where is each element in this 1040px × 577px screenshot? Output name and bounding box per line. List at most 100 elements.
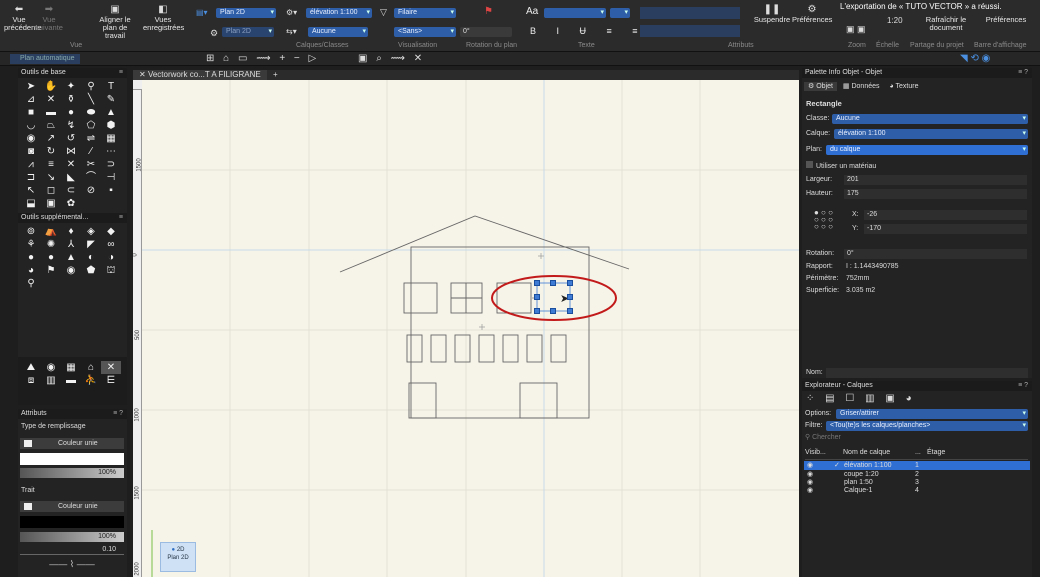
- text-tool-icon[interactable]: T: [101, 80, 121, 93]
- triangle-tool-icon[interactable]: ▲: [101, 106, 121, 119]
- auto-plan-toggle[interactable]: Plan automatique: [10, 54, 80, 64]
- extra-tool-icon-21[interactable]: ⚲: [21, 277, 41, 290]
- document-tab[interactable]: ✕ Vectorwork co...T A FILIGRANE: [133, 70, 267, 80]
- tool-icon-36[interactable]: ⊐: [21, 171, 41, 184]
- extra-tool-icon-17[interactable]: ⚑: [41, 264, 61, 277]
- material-checkbox[interactable]: Utiliser un matériau: [806, 161, 876, 170]
- rotation-field-obj[interactable]: 0°: [844, 249, 1027, 259]
- layer-plane-dropdown[interactable]: Aucune: [308, 27, 368, 37]
- render-mode-dropdown[interactable]: Filaire: [394, 8, 456, 18]
- tool-icon-27[interactable]: ↻: [41, 145, 61, 158]
- extra-tool-icon-12[interactable]: ●: [41, 251, 61, 264]
- plan-dropdown-obj[interactable]: du calque: [826, 145, 1028, 155]
- arc-tool-icon[interactable]: ◡: [21, 119, 41, 132]
- extra-tool-icon-18[interactable]: ◉: [61, 264, 81, 277]
- stroke-width-field[interactable]: 0.10: [20, 545, 124, 555]
- toolset-icon-5[interactable]: ✕: [101, 361, 121, 374]
- tool-icon-26[interactable]: ◙: [21, 145, 41, 158]
- fill-opacity-slider[interactable]: 100%: [20, 468, 124, 478]
- layer-dropdown-obj[interactable]: élévation 1:100: [834, 129, 1028, 139]
- refresh-document-button[interactable]: Rafraîchir le document: [920, 16, 972, 32]
- back-button[interactable]: ⬅ Vue précédente: [4, 5, 42, 32]
- rotate-tool-icon[interactable]: ↺: [61, 132, 81, 145]
- pen-tool-icon[interactable]: ✎: [101, 93, 121, 106]
- mode-bar-icons[interactable]: ⊞ ⌂ ▭ ⟿ + − ▷: [206, 53, 319, 64]
- eyedropper-tool-icon[interactable]: ⚱: [61, 93, 81, 106]
- tool-icon-30[interactable]: ⋯: [101, 145, 121, 158]
- add-tab-button[interactable]: +: [269, 70, 278, 79]
- selection-handle[interactable]: [534, 294, 540, 300]
- reshape-tool-icon[interactable]: ↗: [41, 132, 61, 145]
- selection-handle[interactable]: [567, 308, 573, 314]
- cross-tool-icon[interactable]: ✕: [41, 93, 61, 106]
- tool-icon-31[interactable]: ⩘: [21, 158, 41, 171]
- tool-icon-47[interactable]: ▣: [41, 197, 61, 210]
- arrow-style-icon[interactable]: —— ⌇ ——: [20, 559, 124, 571]
- selection-handle[interactable]: [567, 280, 573, 286]
- toolset-icon-6[interactable]: ⧈: [21, 374, 41, 387]
- tool-icon-41[interactable]: ↖: [21, 184, 41, 197]
- fill-type-dropdown[interactable]: Couleur unie: [20, 438, 124, 449]
- col-name[interactable]: Nom de calque: [843, 449, 890, 456]
- line-tool-icon[interactable]: ╲: [81, 93, 101, 106]
- view-bar-icons[interactable]: ◥ ⟲ ◉: [960, 53, 990, 64]
- eye-icon[interactable]: ◉: [807, 486, 813, 495]
- stroke-opacity-slider[interactable]: 100%: [20, 532, 124, 542]
- suspend-button[interactable]: ❚❚ Suspendre: [750, 5, 794, 24]
- tool-sets-grid[interactable]: ⛰ ◉ ▦ ⌂ ✕ ⧈ ▥ ▬ ⛹ ⋿: [18, 357, 127, 391]
- forward-button[interactable]: ➡ Vue suivante: [34, 5, 64, 32]
- polyline-tool-icon[interactable]: ⏢: [41, 119, 61, 132]
- drawing-canvas[interactable]: ➤ ● 2D Plan 2D: [142, 80, 799, 577]
- stroke-color-preview[interactable]: [20, 516, 124, 528]
- tool-icon-35[interactable]: ⊃: [101, 158, 121, 171]
- attribute-strip-bottom[interactable]: [640, 25, 740, 37]
- tool-icon-46[interactable]: ⬓: [21, 197, 41, 210]
- oval-tool-icon[interactable]: ⬬: [81, 106, 101, 119]
- extra-tool-icon-6[interactable]: ⚘: [21, 238, 41, 251]
- flyover-icon[interactable]: ✦: [61, 80, 81, 93]
- layer-row[interactable]: ◉ Calque-1 4: [804, 486, 1030, 495]
- extra-tool-icon-15[interactable]: ◑: [101, 251, 121, 264]
- toolset-icon-1[interactable]: ⛰: [21, 361, 41, 374]
- extra-tool-icon-11[interactable]: ●: [21, 251, 41, 264]
- tool-icon-38[interactable]: ◣: [61, 171, 81, 184]
- options-dropdown[interactable]: Griser/attirer: [836, 409, 1028, 419]
- tab-texture[interactable]: ◕ Texture: [885, 82, 922, 91]
- pan-tool-icon[interactable]: ✋: [41, 80, 61, 93]
- toolset-icon-2[interactable]: ◉: [41, 361, 61, 374]
- toolset-icon-9[interactable]: ⛹: [81, 374, 101, 387]
- extra-tool-icon-14[interactable]: ◐: [81, 251, 101, 264]
- x-field[interactable]: -26: [864, 210, 1027, 220]
- extra-tool-icon-1[interactable]: ⊚: [21, 225, 41, 238]
- extra-tool-icon-5[interactable]: ◆: [101, 225, 121, 238]
- tab-objet[interactable]: ⚙ Objet: [804, 82, 837, 91]
- selection-handle[interactable]: [534, 280, 540, 286]
- extra-panel-menu-icon[interactable]: ≡: [119, 213, 123, 223]
- circle-tool-icon[interactable]: ●: [61, 106, 81, 119]
- hexagon-tool-icon[interactable]: ⬢: [101, 119, 121, 132]
- rectangle-tool-icon[interactable]: ■: [21, 106, 41, 119]
- close-tab-icon[interactable]: ✕: [139, 70, 148, 79]
- view-badge[interactable]: ● 2D Plan 2D: [160, 542, 196, 572]
- tool-icon-33[interactable]: ✕: [61, 158, 81, 171]
- extra-tool-icon-8[interactable]: ⅄: [61, 238, 81, 251]
- tool-icon-28[interactable]: ⋈: [61, 145, 81, 158]
- layer-search[interactable]: ⚲ Chercher: [805, 433, 1028, 443]
- col-level[interactable]: Étage: [927, 449, 945, 456]
- tool-icon-45[interactable]: ▪: [101, 184, 121, 197]
- attributes-menu-icon[interactable]: ≡ ?: [113, 409, 123, 419]
- tool-icon-37[interactable]: ↘: [41, 171, 61, 184]
- tool-icon-42[interactable]: ◻: [41, 184, 61, 197]
- col-more[interactable]: ...: [915, 449, 921, 456]
- sans-dropdown[interactable]: <Sans>: [394, 27, 456, 37]
- tool-icon-39[interactable]: ⌒: [81, 171, 101, 184]
- selection-handle[interactable]: [534, 308, 540, 314]
- extra-tool-icon-13[interactable]: ▲: [61, 251, 81, 264]
- selection-handle[interactable]: [550, 280, 556, 286]
- extra-tool-icon-3[interactable]: ♦: [61, 225, 81, 238]
- saved-views-button[interactable]: ◧ Vues enregistrées: [143, 5, 184, 32]
- extra-tool-icon-4[interactable]: ◈: [81, 225, 101, 238]
- layer-row[interactable]: ◉ ✓ élévation 1:100 1: [804, 461, 1030, 470]
- toolset-icon-7[interactable]: ▥: [41, 374, 61, 387]
- class-dropdown-obj[interactable]: Aucune: [832, 114, 1028, 124]
